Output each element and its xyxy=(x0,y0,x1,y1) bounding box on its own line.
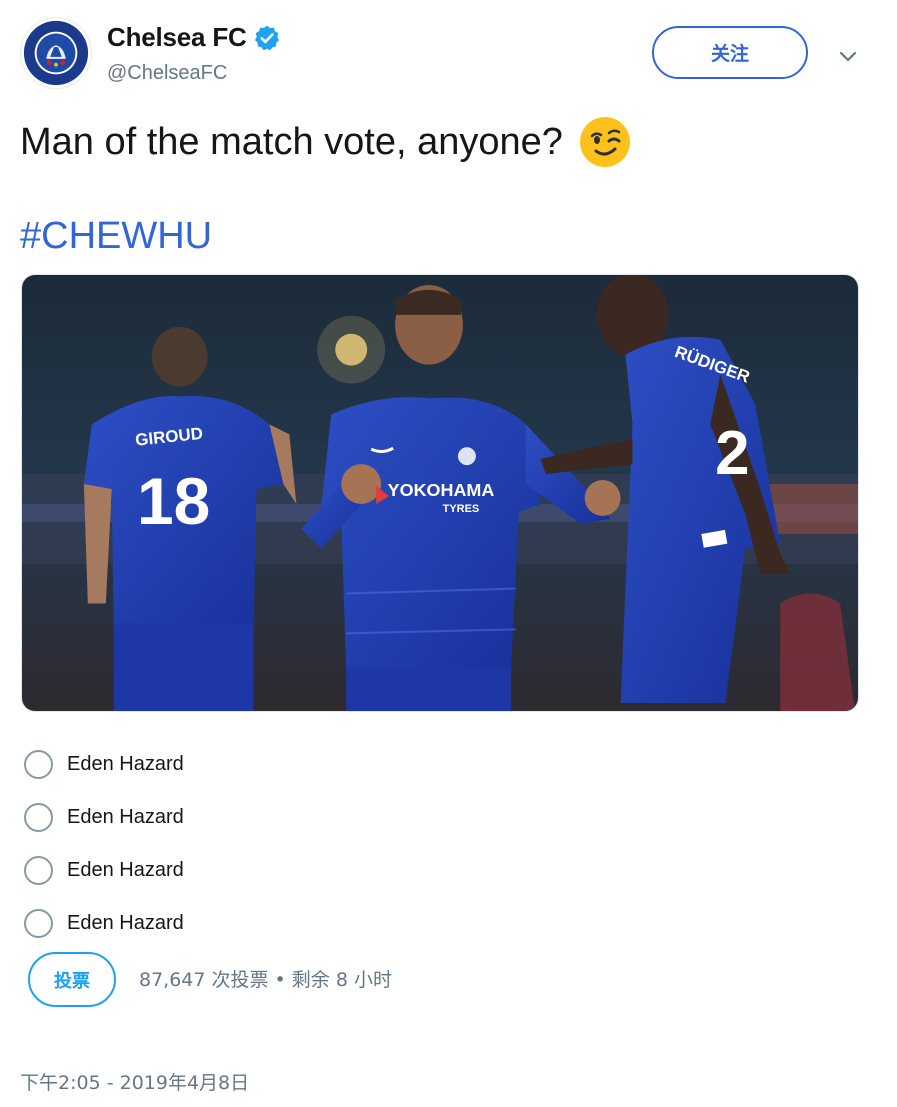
jersey-right-number: 2 xyxy=(715,419,749,488)
jersey-left-number: 18 xyxy=(137,464,210,538)
account-handle[interactable]: @ChelseaFC xyxy=(107,62,227,85)
tweet-photo[interactable]: GIROUD 18 YOKOHAMA TYRES RÜDIGER 2 xyxy=(21,274,859,712)
hashtag-link[interactable]: #CHEWHU xyxy=(20,212,212,260)
avatar[interactable] xyxy=(20,17,92,89)
poll-option[interactable]: Eden Hazard xyxy=(24,791,184,844)
follow-button[interactable]: 关注 xyxy=(652,26,808,79)
jersey-center-sponsor-sub: TYRES xyxy=(443,503,480,515)
radio-button[interactable] xyxy=(24,750,53,779)
jersey-center-sponsor: YOKOHAMA xyxy=(388,480,495,500)
poll-option[interactable]: Eden Hazard xyxy=(24,738,184,791)
poll-option-label: Eden Hazard xyxy=(67,806,184,828)
tweet-timestamp[interactable]: 下午2:05 - 2019年4月8日 xyxy=(20,1068,249,1095)
poll-option[interactable]: Eden Hazard xyxy=(24,897,184,950)
display-name[interactable]: Chelsea FC xyxy=(107,22,247,53)
radio-button[interactable] xyxy=(24,803,53,832)
radio-button[interactable] xyxy=(24,856,53,885)
vote-button[interactable]: 投票 xyxy=(28,952,116,1007)
poll-option-label: Eden Hazard xyxy=(67,912,184,934)
tweet-text: Man of the match vote, anyone? xyxy=(20,116,631,168)
poll: Eden Hazard Eden Hazard Eden Hazard Eden… xyxy=(24,738,184,950)
account-name-row[interactable]: Chelsea FC xyxy=(107,22,281,53)
verified-badge-icon xyxy=(253,24,281,52)
poll-option-label: Eden Hazard xyxy=(67,753,184,775)
poll-meta: 87,647 次投票 • 剩余 8 小时 xyxy=(139,969,392,991)
chevron-down-icon[interactable] xyxy=(836,44,860,68)
poll-option-label: Eden Hazard xyxy=(67,859,184,881)
winking-face-icon xyxy=(579,116,631,168)
poll-option[interactable]: Eden Hazard xyxy=(24,844,184,897)
tweet-body: Man of the match vote, anyone? xyxy=(20,121,563,163)
radio-button[interactable] xyxy=(24,909,53,938)
